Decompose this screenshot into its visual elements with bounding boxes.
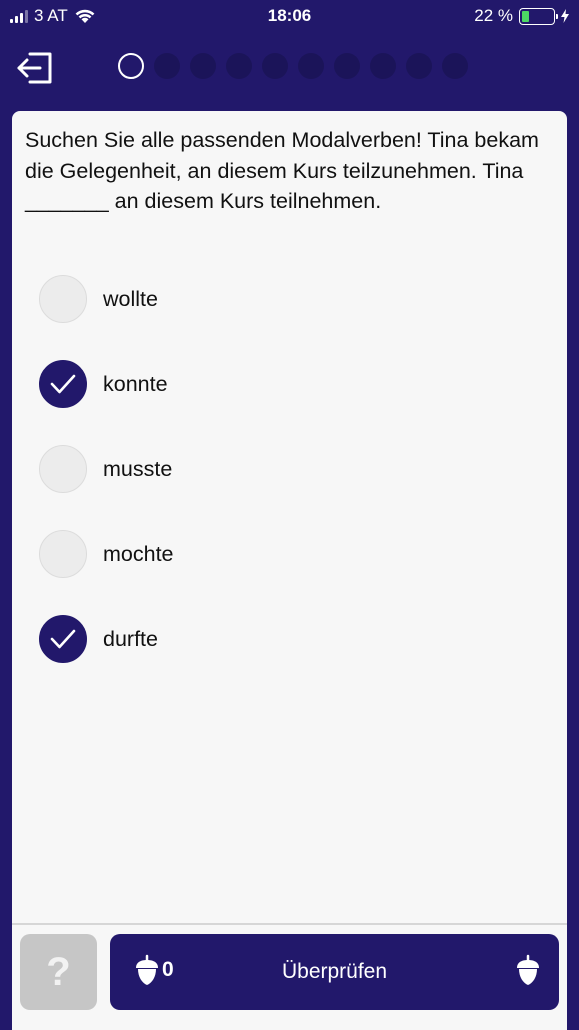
option-label: mochte bbox=[103, 541, 174, 566]
option-musste[interactable]: musste bbox=[39, 444, 519, 494]
option-label: musste bbox=[103, 456, 173, 481]
progress-dot bbox=[298, 53, 324, 79]
progress-indicator bbox=[118, 53, 468, 79]
checkbox-checked[interactable] bbox=[39, 615, 87, 663]
question-text: Suchen Sie alle passenden Modalverben! T… bbox=[25, 128, 539, 213]
quiz-footer: ? 0 Überprüfen bbox=[12, 923, 567, 1030]
exit-arrow-icon bbox=[17, 52, 52, 84]
progress-dot bbox=[154, 53, 180, 79]
option-label: konnte bbox=[103, 371, 168, 396]
option-label: wollte bbox=[103, 286, 158, 311]
status-right: 22 % bbox=[474, 6, 569, 26]
option-wollte[interactable]: wollte bbox=[39, 274, 519, 324]
progress-dot bbox=[262, 53, 288, 79]
check-answer-label: Überprüfen bbox=[281, 960, 388, 983]
progress-dot bbox=[334, 53, 360, 79]
option-mochte[interactable]: mochte bbox=[39, 529, 519, 579]
battery-icon bbox=[519, 7, 558, 25]
checkbox-checked[interactable] bbox=[39, 360, 87, 408]
checkmark-icon bbox=[50, 629, 76, 649]
progress-dot-current bbox=[118, 53, 144, 79]
battery-percent: 22 % bbox=[474, 6, 513, 25]
checkbox[interactable] bbox=[39, 530, 87, 578]
acorn-reward bbox=[515, 954, 541, 991]
checkmark-icon bbox=[50, 374, 76, 394]
status-bar: 3 AT 18:06 22 % bbox=[0, 0, 579, 34]
progress-dot bbox=[226, 53, 252, 79]
quiz-header bbox=[0, 34, 579, 106]
option-label: durfte bbox=[103, 626, 158, 651]
acorn-icon bbox=[517, 954, 539, 985]
question-card: Suchen Sie alle passenden Modalverben! T… bbox=[12, 111, 567, 923]
charging-bolt-icon bbox=[561, 9, 569, 23]
progress-dot bbox=[190, 53, 216, 79]
battery-fill bbox=[522, 10, 529, 22]
progress-dot bbox=[370, 53, 396, 79]
progress-dot bbox=[406, 53, 432, 79]
progress-dot bbox=[442, 53, 468, 79]
checkbox[interactable] bbox=[39, 275, 87, 323]
exit-button[interactable] bbox=[14, 48, 54, 88]
checkbox[interactable] bbox=[39, 445, 87, 493]
help-button[interactable]: ? bbox=[20, 934, 97, 1010]
option-durfte[interactable]: durfte bbox=[39, 614, 519, 664]
option-konnte[interactable]: konnte bbox=[39, 359, 519, 409]
check-answer-button[interactable]: 0 Überprüfen bbox=[110, 934, 559, 1010]
